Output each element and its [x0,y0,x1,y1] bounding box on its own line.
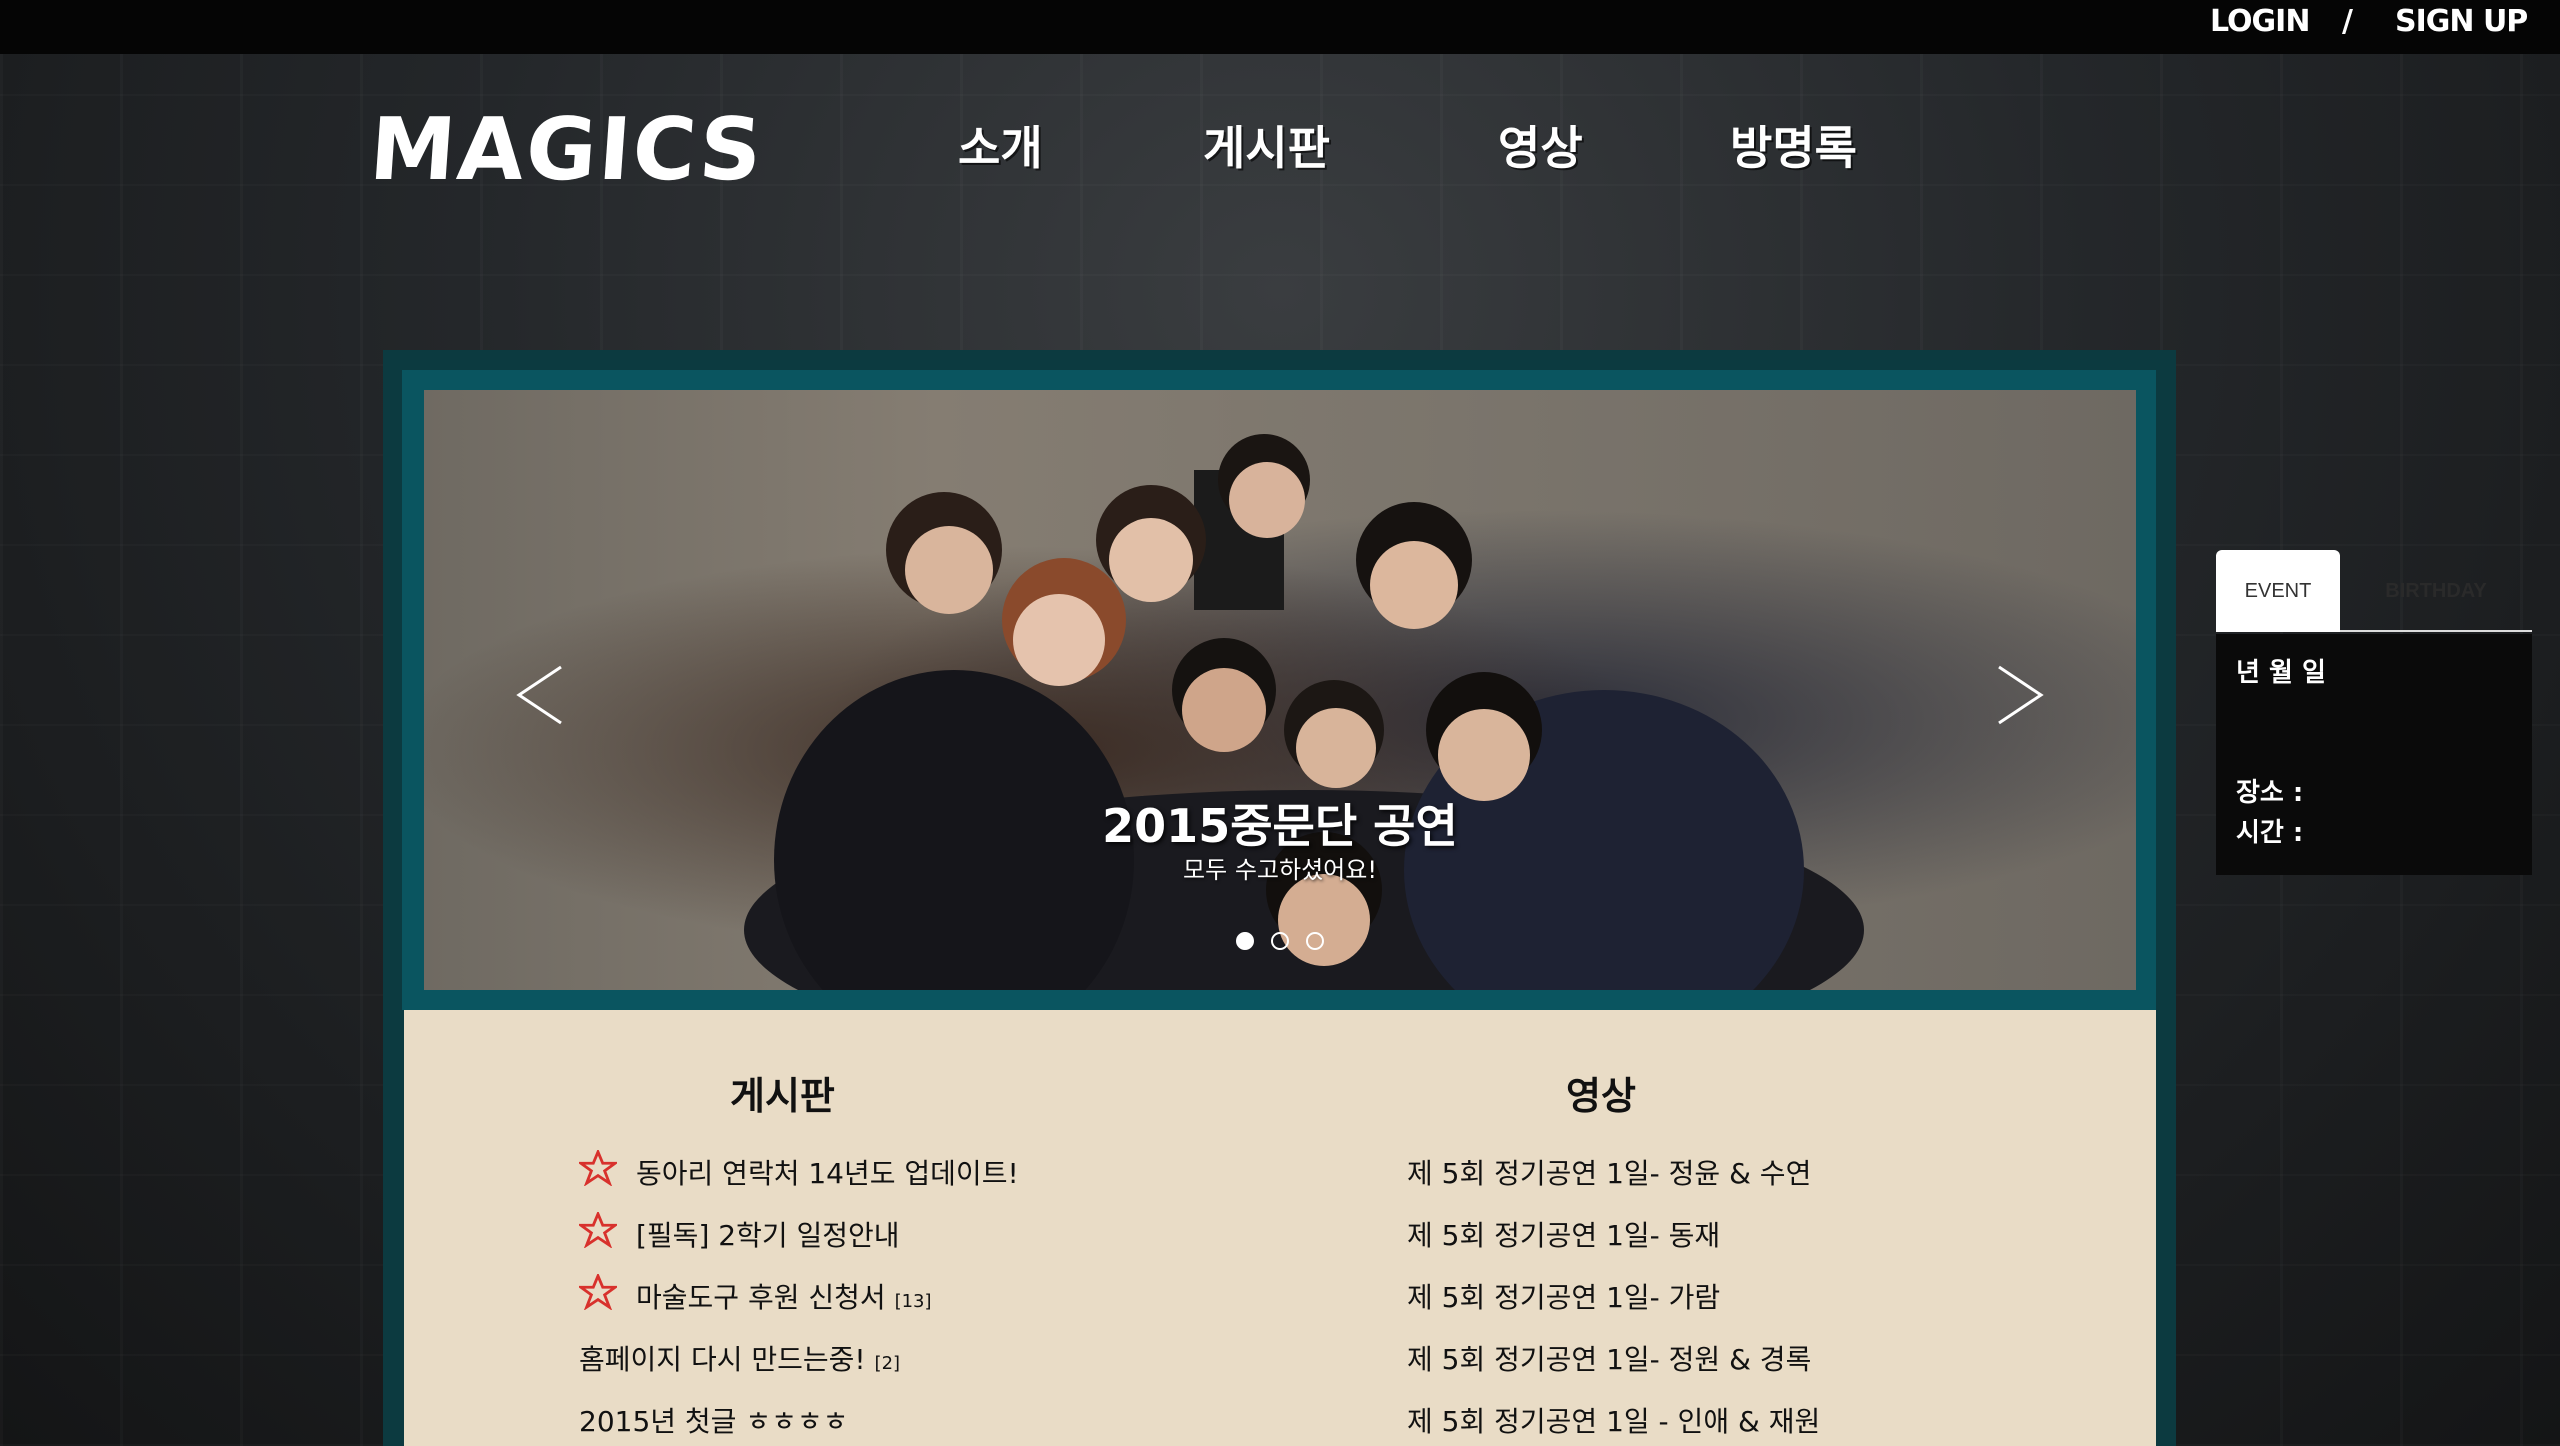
tab-event[interactable]: EVENT [2216,550,2340,632]
event-date: 년 월 일 [2236,658,2326,688]
video-item[interactable]: 제 5회 정기공연 1일- 정원 & 경록 [1407,1338,1811,1378]
board-post[interactable]: 2015년 첫글 ㅎㅎㅎㅎ [579,1400,848,1440]
nav-item-guestbook[interactable]: 방명록 [1730,112,1857,178]
post-title[interactable]: 홈페이지 다시 만드는중! [579,1343,866,1376]
board-post[interactable]: 마술도구 후원 신청서 [13] [636,1276,932,1316]
board-post[interactable]: 동아리 연락처 14년도 업데이트! [636,1152,1019,1192]
event-time-label: 시간 : [2236,818,2304,848]
group-photo [744,434,1864,990]
auth-separator: / [2342,4,2353,39]
photo-slider[interactable]: 2015중문단 공연 모두 수고하셨어요! [424,390,2136,990]
post-title[interactable]: [필독] 2학기 일정안내 [636,1219,900,1252]
comment-count: [13] [894,1291,932,1312]
star-icon [579,1150,617,1186]
video-item[interactable]: 제 5회 정기공연 1일 - 인애 & 재원 [1407,1400,1820,1440]
top-bar [0,0,2560,54]
video-title[interactable]: 영상 [1566,1065,1636,1120]
nav-item-about[interactable]: 소개 [958,112,1043,178]
slide-dot-3[interactable] [1306,932,1325,950]
video-item[interactable]: 제 5회 정기공연 1일- 정윤 & 수연 [1407,1152,1811,1192]
event-place-label: 장소 : [2236,778,2304,808]
nav-item-video[interactable]: 영상 [1498,112,1583,178]
nav-item-board[interactable]: 게시판 [1203,112,1330,178]
star-icon [579,1274,617,1310]
tab-birthday[interactable]: BIRTHDAY [2340,550,2532,632]
comment-count: [2] [874,1353,901,1374]
event-widget: EVENT BIRTHDAY 년 월 일 장소 : 시간 : [2216,550,2532,875]
board-title[interactable]: 게시판 [730,1065,835,1120]
star-icon [579,1212,617,1248]
content-panel: 게시판 영상 동아리 연락처 14년도 업데이트! [필독] 2학기 일정안내 … [404,1010,2156,1446]
post-title[interactable]: 마술도구 후원 신청서 [636,1281,886,1314]
board-post[interactable]: 홈페이지 다시 만드는중! [2] [579,1338,900,1378]
tab-divider [2340,630,2532,632]
video-item[interactable]: 제 5회 정기공연 1일- 동재 [1407,1214,1720,1254]
chevron-left-icon[interactable] [516,665,566,725]
site-logo[interactable]: MAGICS [367,100,767,200]
login-link[interactable]: LOGIN [2210,4,2310,39]
slide-subtitle: 모두 수고하셨어요! [1183,856,1377,884]
post-title[interactable]: 동아리 연락처 14년도 업데이트! [636,1157,1019,1190]
post-title[interactable]: 2015년 첫글 ㅎㅎㅎㅎ [579,1405,848,1438]
slide-dot-2[interactable] [1271,932,1289,950]
event-details: 년 월 일 장소 : 시간 : [2216,634,2532,875]
slide-title: 2015중문단 공연 [1102,799,1458,853]
slide-indicators [424,932,2136,954]
slide-dot-1[interactable] [1235,932,1254,950]
video-item[interactable]: 제 5회 정기공연 1일- 가람 [1407,1276,1720,1316]
chevron-right-icon[interactable] [1994,665,2044,725]
signup-link[interactable]: SIGN UP [2395,4,2528,39]
board-post[interactable]: [필독] 2학기 일정안내 [636,1214,900,1254]
